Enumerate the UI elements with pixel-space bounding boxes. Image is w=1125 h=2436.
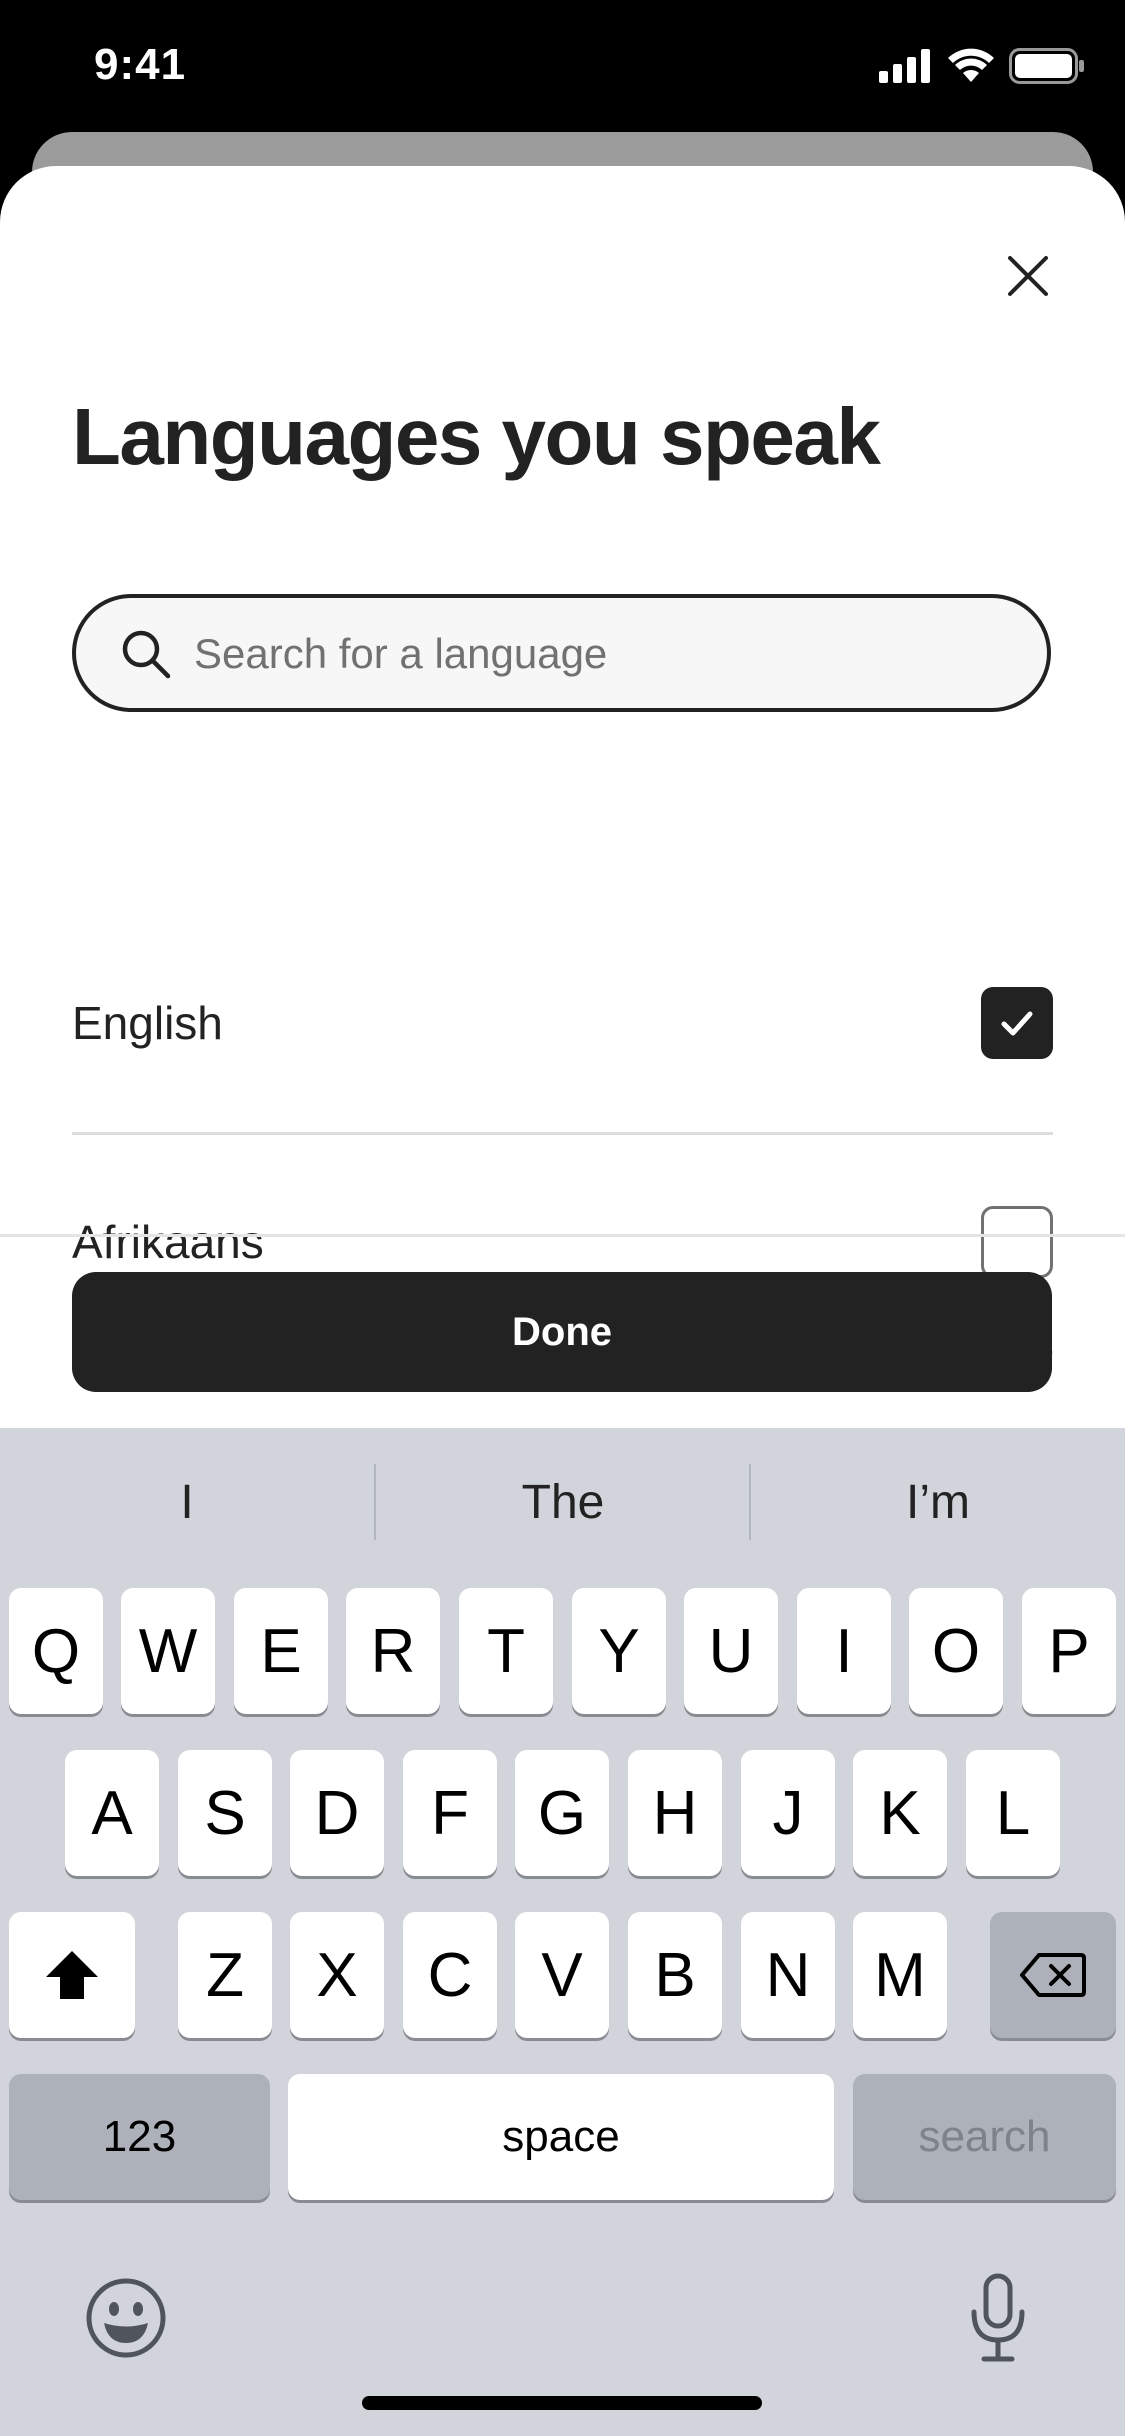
shift-key[interactable] bbox=[9, 1912, 135, 2038]
numbers-key[interactable]: 123 bbox=[9, 2074, 270, 2200]
done-button[interactable]: Done bbox=[72, 1272, 1052, 1392]
key-w[interactable]: W bbox=[121, 1588, 215, 1714]
home-indicator bbox=[362, 2396, 762, 2410]
key-f[interactable]: F bbox=[403, 1750, 497, 1876]
checkmark-icon bbox=[1001, 1011, 1033, 1036]
search-field[interactable] bbox=[72, 594, 1051, 712]
emoji-button[interactable] bbox=[80, 2272, 172, 2364]
key-y[interactable]: Y bbox=[572, 1588, 666, 1714]
keyboard: I The I’m Q W E R T Y U I O P A S D F G … bbox=[0, 1428, 1125, 2436]
key-e[interactable]: E bbox=[234, 1588, 328, 1714]
key-v[interactable]: V bbox=[515, 1912, 609, 2038]
key-c[interactable]: C bbox=[403, 1912, 497, 2038]
page-title: Languages you speak bbox=[72, 392, 881, 481]
key-o[interactable]: O bbox=[909, 1588, 1003, 1714]
suggestion-item[interactable]: I bbox=[0, 1428, 374, 1578]
status-bar: 9:41 bbox=[0, 0, 1125, 132]
microphone-icon bbox=[971, 2273, 1025, 2362]
backspace-icon bbox=[1020, 1953, 1086, 1997]
key-k[interactable]: K bbox=[853, 1750, 947, 1876]
suggestion-item[interactable]: The bbox=[376, 1428, 750, 1578]
language-label: English bbox=[72, 997, 223, 1049]
key-p[interactable]: P bbox=[1022, 1588, 1116, 1714]
key-x[interactable]: X bbox=[290, 1912, 384, 2038]
shift-icon bbox=[46, 1951, 98, 1999]
search-icon bbox=[122, 630, 171, 679]
key-q[interactable]: Q bbox=[9, 1588, 103, 1714]
key-s[interactable]: S bbox=[178, 1750, 272, 1876]
cellular-signal-icon bbox=[879, 49, 930, 83]
status-time: 9:41 bbox=[94, 40, 187, 89]
key-a[interactable]: A bbox=[65, 1750, 159, 1876]
suggestion-bar: I The I’m bbox=[0, 1428, 1125, 1578]
close-icon bbox=[1008, 256, 1048, 296]
key-g[interactable]: G bbox=[515, 1750, 609, 1876]
backspace-key[interactable] bbox=[990, 1912, 1116, 2038]
suggestion-item[interactable]: I’m bbox=[751, 1428, 1125, 1578]
key-h[interactable]: H bbox=[628, 1750, 722, 1876]
language-row-english[interactable]: English bbox=[72, 914, 1053, 1135]
search-key[interactable]: search bbox=[853, 2074, 1116, 2200]
english-checkbox[interactable] bbox=[981, 987, 1053, 1059]
status-icons bbox=[879, 48, 1085, 84]
key-b[interactable]: B bbox=[628, 1912, 722, 2038]
key-t[interactable]: T bbox=[459, 1588, 553, 1714]
key-i[interactable]: I bbox=[797, 1588, 891, 1714]
afrikaans-checkbox[interactable] bbox=[981, 1206, 1053, 1278]
wifi-icon bbox=[948, 48, 994, 82]
key-n[interactable]: N bbox=[741, 1912, 835, 2038]
dictation-button[interactable] bbox=[954, 2268, 1042, 2368]
key-l[interactable]: L bbox=[966, 1750, 1060, 1876]
key-m[interactable]: M bbox=[853, 1912, 947, 2038]
space-key[interactable]: space bbox=[288, 2074, 834, 2200]
footer-divider bbox=[0, 1234, 1125, 1237]
key-u[interactable]: U bbox=[684, 1588, 778, 1714]
close-button[interactable] bbox=[990, 238, 1066, 314]
battery-icon bbox=[1009, 48, 1084, 84]
emoji-icon bbox=[86, 2278, 166, 2358]
search-input[interactable] bbox=[192, 598, 1016, 710]
key-d[interactable]: D bbox=[290, 1750, 384, 1876]
key-j[interactable]: J bbox=[741, 1750, 835, 1876]
key-z[interactable]: Z bbox=[178, 1912, 272, 2038]
key-r[interactable]: R bbox=[346, 1588, 440, 1714]
